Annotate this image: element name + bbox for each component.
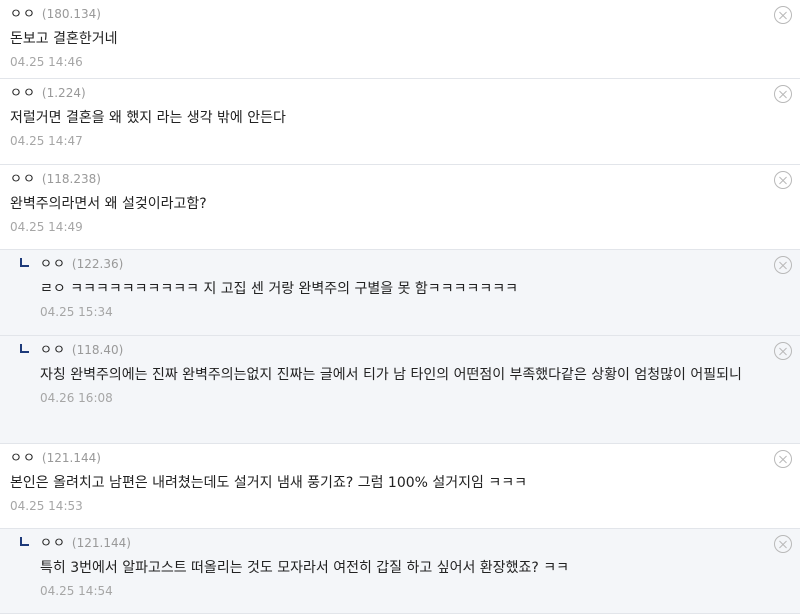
- reply-arrow-icon: [20, 537, 29, 546]
- comment-nickname[interactable]: ㅇㅇ: [40, 255, 66, 274]
- reply-arrow-icon: [20, 344, 29, 353]
- reply-item: ㅇㅇ (122.36) ㄹㅇ ㅋㅋㅋㅋㅋㅋㅋㅋㅋㅋ 지 고집 센 거랑 완벽주의…: [0, 250, 800, 336]
- reply-item: ㅇㅇ (121.144) 특히 3번에서 알파고스트 떠올리는 것도 모자라서 …: [0, 529, 800, 614]
- comment-text: 특히 3번에서 알파고스트 떠올리는 것도 모자라서 여전히 갑질 하고 싶어서…: [40, 560, 569, 576]
- comment-date: 04.25 14:53: [10, 499, 83, 513]
- comment-date: 04.26 16:08: [40, 391, 113, 405]
- comment-date: 04.25 14:49: [10, 220, 83, 234]
- delete-icon[interactable]: [774, 6, 792, 24]
- reply-arrow-icon: [20, 258, 29, 267]
- comment-ip: (122.36): [71, 257, 124, 271]
- comment-nickname[interactable]: ㅇㅇ: [10, 5, 36, 24]
- comment-ip: (180.134): [41, 7, 101, 21]
- comment-date: 04.25 14:54: [40, 584, 113, 598]
- comment-ip: (121.144): [41, 451, 101, 465]
- comment-header: ㅇㅇ (1.224): [10, 84, 756, 103]
- comment-text: 완벽주의라면서 왜 설겆이라고함?: [10, 196, 207, 212]
- reply-item: ㅇㅇ (118.40) 자칭 완벽주의에는 진짜 완벽주의는없지 진짜는 글에서…: [0, 336, 800, 444]
- delete-icon[interactable]: [774, 171, 792, 189]
- comment-item: ㅇㅇ (180.134) 돈보고 결혼한거네 04.25 14:46: [0, 0, 800, 79]
- delete-icon[interactable]: [774, 342, 792, 360]
- delete-icon[interactable]: [774, 256, 792, 274]
- comment-ip: (1.224): [41, 86, 86, 100]
- comment-text: 자칭 완벽주의에는 진짜 완벽주의는없지 진짜는 글에서 티가 남 타인의 어떤…: [40, 367, 742, 383]
- comment-header: ㅇㅇ (121.144): [10, 449, 756, 468]
- comment-item: ㅇㅇ (121.144) 본인은 올려치고 남편은 내려쳤는데도 설거지 냄새 …: [0, 444, 800, 529]
- delete-icon[interactable]: [774, 85, 792, 103]
- comment-nickname[interactable]: ㅇㅇ: [10, 170, 36, 189]
- delete-icon[interactable]: [774, 535, 792, 553]
- comment-ip: (121.144): [71, 536, 131, 550]
- comment-date: 04.25 14:47: [10, 134, 83, 148]
- comment-item: ㅇㅇ (118.238) 완벽주의라면서 왜 설겆이라고함? 04.25 14:…: [0, 165, 800, 250]
- comment-text: 돈보고 결혼한거네: [10, 31, 118, 47]
- comment-item: ㅇㅇ (1.224) 저럴거면 결혼을 왜 했지 라는 생각 밖에 안든다 04…: [0, 79, 800, 165]
- delete-icon[interactable]: [774, 450, 792, 468]
- comment-nickname[interactable]: ㅇㅇ: [10, 84, 36, 103]
- comment-nickname[interactable]: ㅇㅇ: [40, 341, 66, 360]
- comment-header: ㅇㅇ (118.238): [10, 170, 756, 189]
- comment-text: 저럴거면 결혼을 왜 했지 라는 생각 밖에 안든다: [10, 110, 286, 126]
- comment-header: ㅇㅇ (122.36): [40, 255, 756, 274]
- comment-text: ㄹㅇ ㅋㅋㅋㅋㅋㅋㅋㅋㅋㅋ 지 고집 센 거랑 완벽주의 구별을 못 함ㅋㅋㅋㅋ…: [40, 281, 518, 297]
- comment-text: 본인은 올려치고 남편은 내려쳤는데도 설거지 냄새 풍기죠? 그럼 100% …: [10, 475, 527, 491]
- comment-header: ㅇㅇ (180.134): [10, 5, 756, 24]
- comment-date: 04.25 14:46: [10, 55, 83, 69]
- comment-header: ㅇㅇ (118.40): [40, 341, 756, 360]
- comment-nickname[interactable]: ㅇㅇ: [40, 534, 66, 553]
- comment-nickname[interactable]: ㅇㅇ: [10, 449, 36, 468]
- comment-header: ㅇㅇ (121.144): [40, 534, 756, 553]
- comment-date: 04.25 15:34: [40, 305, 113, 319]
- comment-ip: (118.40): [71, 343, 124, 357]
- comment-ip: (118.238): [41, 172, 101, 186]
- comment-list: ㅇㅇ (180.134) 돈보고 결혼한거네 04.25 14:46 ㅇㅇ (1…: [0, 0, 800, 614]
